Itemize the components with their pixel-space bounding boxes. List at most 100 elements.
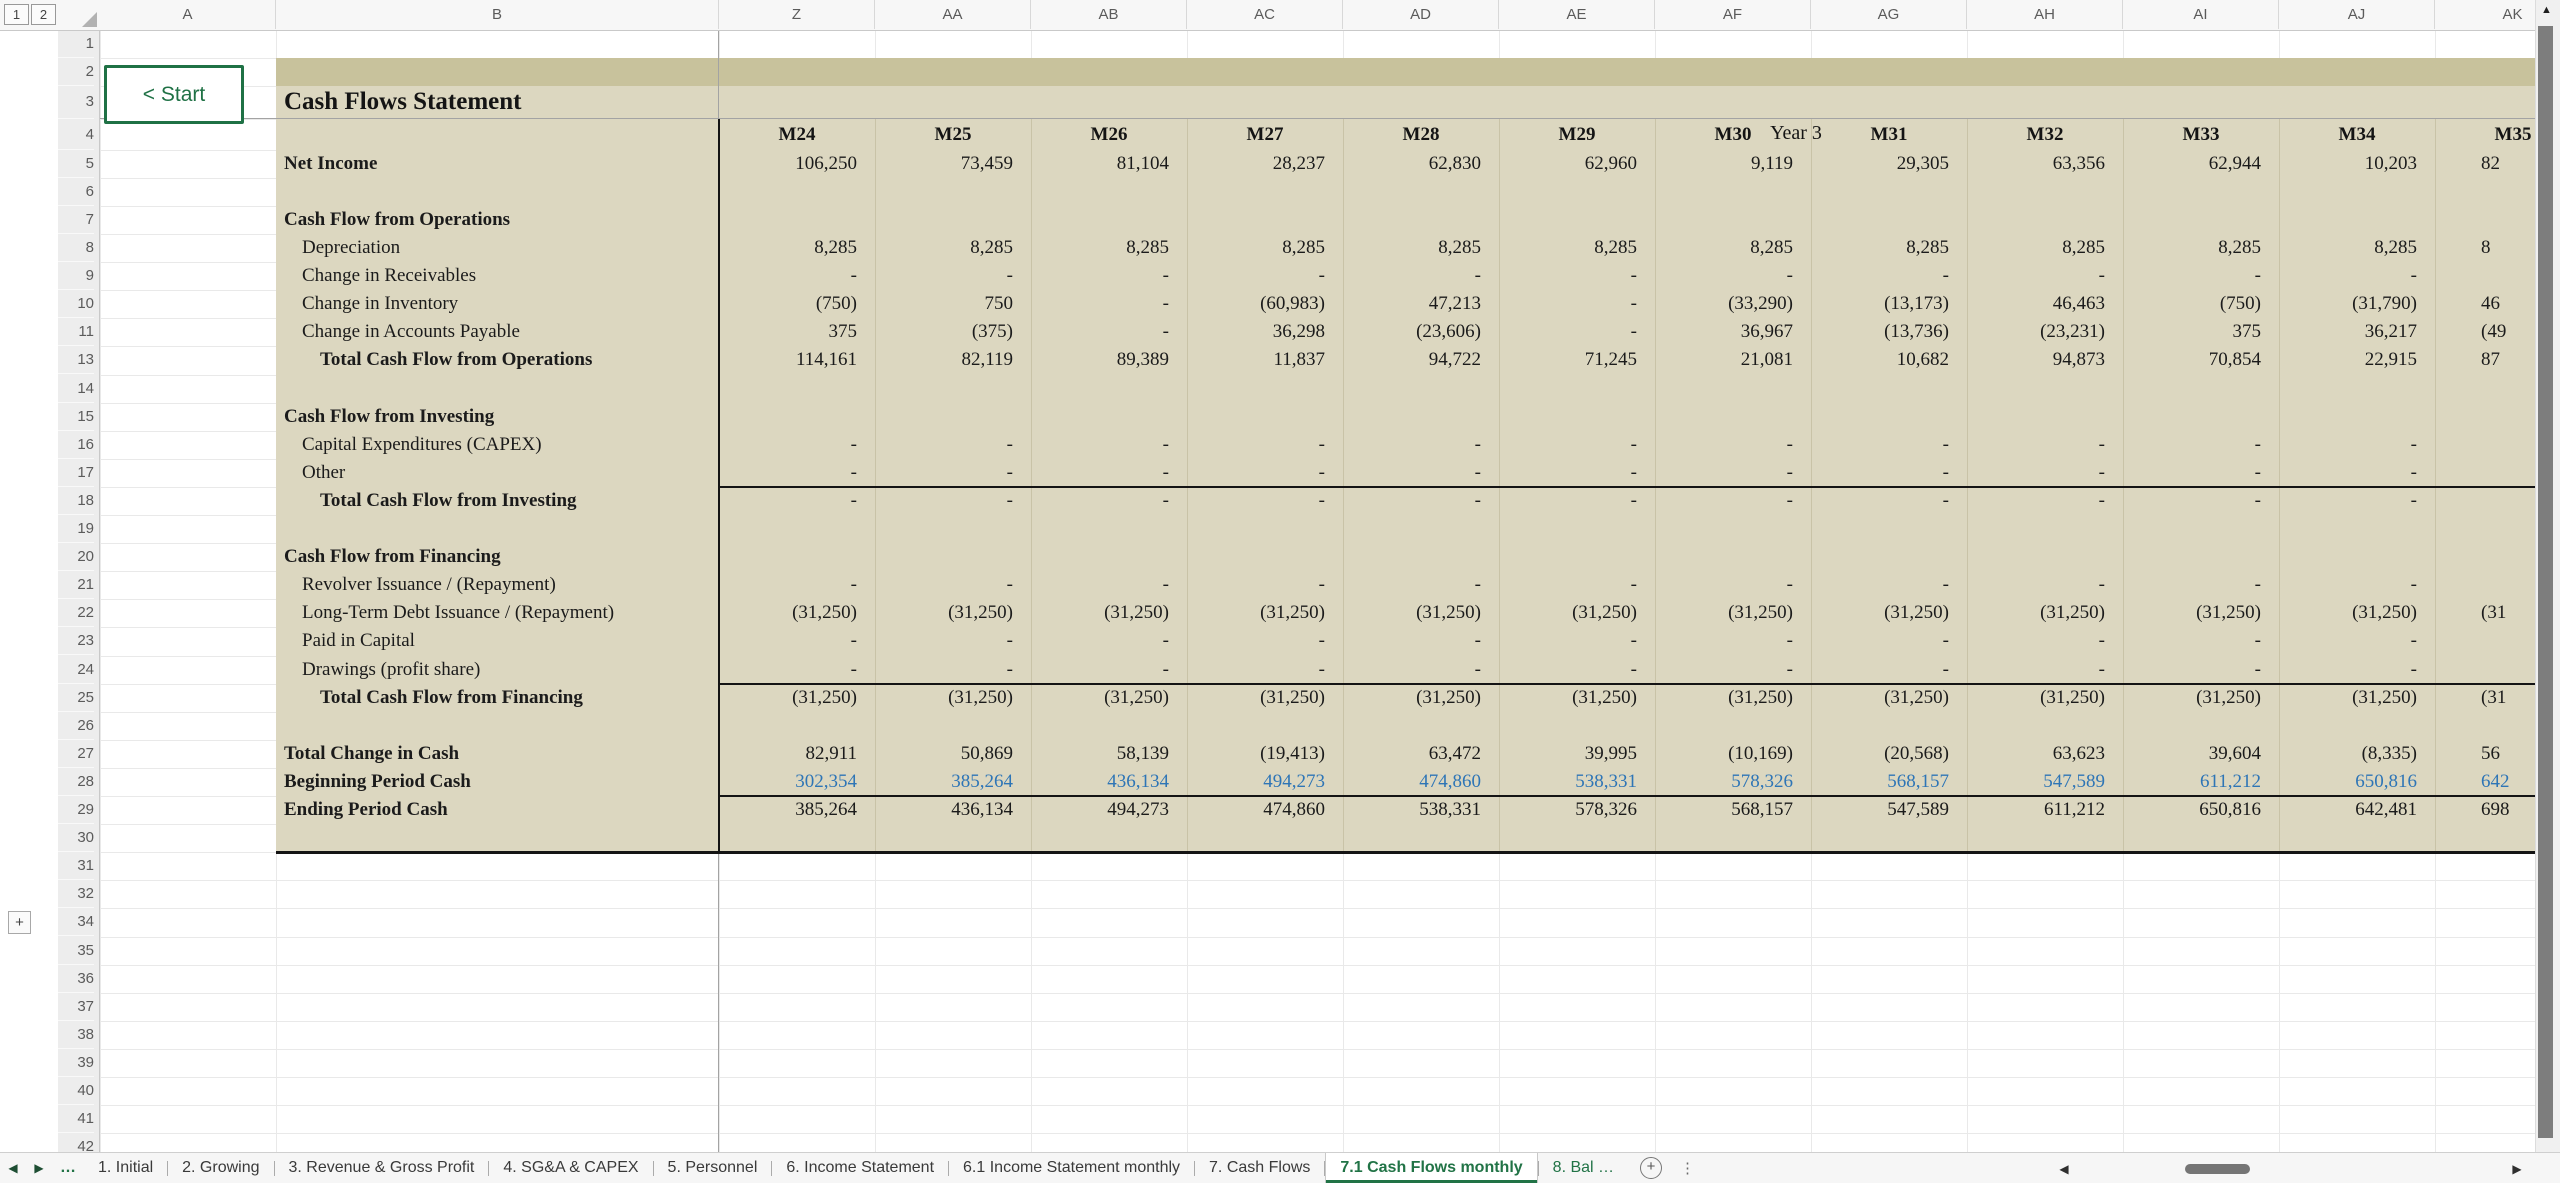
row-label[interactable]: Ending Period Cash xyxy=(276,796,719,824)
value-cell[interactable]: 611,212 xyxy=(2123,768,2279,796)
value-cell[interactable]: - xyxy=(719,459,875,487)
value-cell[interactable]: - xyxy=(1811,487,1967,515)
row-header-1[interactable]: 1 xyxy=(58,30,94,59)
value-cell[interactable]: 58,139 xyxy=(1031,740,1187,768)
value-cell[interactable]: 10,203 xyxy=(2279,150,2435,178)
row-header-6[interactable]: 6 xyxy=(58,178,94,206)
value-cell[interactable]: 538,331 xyxy=(1343,796,1499,824)
value-cell[interactable]: - xyxy=(1499,431,1655,459)
value-cell[interactable]: 8,285 xyxy=(1655,234,1811,262)
value-cell[interactable]: - xyxy=(2279,571,2435,599)
value-cell[interactable]: 8,285 xyxy=(1967,234,2123,262)
row-label[interactable]: Change in Receivables xyxy=(276,262,719,290)
value-cell[interactable]: - xyxy=(719,431,875,459)
value-cell[interactable]: (31,250) xyxy=(1187,684,1343,712)
row-header-24[interactable]: 24 xyxy=(58,656,94,684)
value-cell[interactable]: - xyxy=(1967,431,2123,459)
horizontal-scroll-thumb[interactable] xyxy=(2185,1164,2250,1174)
value-cell[interactable]: - xyxy=(1187,627,1343,655)
value-cell[interactable]: (10,169) xyxy=(1655,740,1811,768)
row-header-29[interactable]: 29 xyxy=(58,796,94,825)
value-cell[interactable]: (31,250) xyxy=(1967,684,2123,712)
value-cell[interactable]: - xyxy=(1811,656,1967,684)
value-cell[interactable]: 11,837 xyxy=(1187,346,1343,374)
value-cell[interactable]: - xyxy=(1655,459,1811,487)
value-cell[interactable]: 547,589 xyxy=(1967,768,2123,796)
value-cell[interactable]: 36,967 xyxy=(1655,318,1811,346)
value-cell[interactable]: 8,285 xyxy=(1187,234,1343,262)
value-cell[interactable]: - xyxy=(875,656,1031,684)
value-cell[interactable]: - xyxy=(1187,431,1343,459)
value-cell[interactable]: 22,915 xyxy=(2279,346,2435,374)
value-cell[interactable]: - xyxy=(2279,627,2435,655)
row-label[interactable]: Net Income xyxy=(276,150,719,178)
row-label[interactable]: Depreciation xyxy=(276,234,719,262)
value-cell[interactable]: 474,860 xyxy=(1343,768,1499,796)
value-cell[interactable]: 650,816 xyxy=(2123,796,2279,824)
value-cell[interactable]: - xyxy=(1499,318,1655,346)
column-header-AJ[interactable]: AJ xyxy=(2279,0,2435,29)
value-cell[interactable]: - xyxy=(1499,571,1655,599)
value-cell[interactable]: - xyxy=(1187,487,1343,515)
value-cell[interactable]: 8,285 xyxy=(875,234,1031,262)
value-cell[interactable]: 36,217 xyxy=(2279,318,2435,346)
value-cell[interactable]: (60,983) xyxy=(1187,290,1343,318)
sheet-tab-8-bal-[interactable]: 8. Bal … xyxy=(1539,1153,1628,1183)
row-label[interactable]: Capital Expenditures (CAPEX) xyxy=(276,431,719,459)
row-header-5[interactable]: 5 xyxy=(58,150,94,178)
value-cell[interactable]: 46,463 xyxy=(1967,290,2123,318)
value-cell[interactable]: - xyxy=(2123,487,2279,515)
row-header-13[interactable]: 13 xyxy=(58,346,94,375)
value-cell[interactable]: - xyxy=(1343,571,1499,599)
month-header-M33[interactable]: M33 xyxy=(2123,119,2279,150)
value-cell[interactable]: 47,213 xyxy=(1343,290,1499,318)
value-cell[interactable]: 650,816 xyxy=(2279,768,2435,796)
value-cell[interactable]: 62,944 xyxy=(2123,150,2279,178)
row-header-14[interactable]: 14 xyxy=(58,375,94,403)
row-header-19[interactable]: 19 xyxy=(58,515,94,544)
value-cell[interactable]: - xyxy=(1343,656,1499,684)
value-cell[interactable]: 89,389 xyxy=(1031,346,1187,374)
value-cell[interactable]: - xyxy=(1811,459,1967,487)
value-cell[interactable]: 538,331 xyxy=(1499,768,1655,796)
sheet-tab-4-sg-a-capex[interactable]: 4. SG&A & CAPEX xyxy=(489,1153,652,1183)
select-all-corner[interactable] xyxy=(82,12,97,27)
month-header-M27[interactable]: M27 xyxy=(1187,119,1343,150)
value-cell[interactable]: (31,250) xyxy=(2279,599,2435,627)
row-header-11[interactable]: 11 xyxy=(58,318,94,347)
row-header-32[interactable]: 32 xyxy=(58,880,94,909)
month-header-M25[interactable]: M25 xyxy=(875,119,1031,150)
value-cell[interactable]: - xyxy=(1811,431,1967,459)
value-cell[interactable]: 8,285 xyxy=(1343,234,1499,262)
value-cell[interactable]: - xyxy=(1967,627,2123,655)
value-cell[interactable]: (31,250) xyxy=(719,684,875,712)
row-label[interactable]: Revolver Issuance / (Repayment) xyxy=(276,571,719,599)
value-cell[interactable]: - xyxy=(2123,262,2279,290)
value-cell[interactable]: - xyxy=(1031,571,1187,599)
row-header-23[interactable]: 23 xyxy=(58,627,94,656)
value-cell[interactable]: 494,273 xyxy=(1031,796,1187,824)
value-cell[interactable]: - xyxy=(1499,656,1655,684)
value-cell[interactable]: - xyxy=(1811,627,1967,655)
value-cell[interactable]: (13,173) xyxy=(1811,290,1967,318)
value-cell[interactable]: (750) xyxy=(2123,290,2279,318)
sheet-nav-left-icon[interactable]: ◀ xyxy=(0,1153,26,1183)
month-header-M24[interactable]: M24 xyxy=(719,119,875,150)
row-header-38[interactable]: 38 xyxy=(58,1021,94,1049)
value-cell[interactable]: - xyxy=(875,627,1031,655)
value-cell[interactable]: (13,736) xyxy=(1811,318,1967,346)
value-cell[interactable]: - xyxy=(1499,290,1655,318)
start-button[interactable]: < Start xyxy=(104,65,244,124)
value-cell[interactable]: - xyxy=(875,431,1031,459)
value-cell[interactable]: 8,285 xyxy=(719,234,875,262)
scroll-up-arrow-icon[interactable]: ▲ xyxy=(2541,4,2552,16)
sheet-tab-5-personnel[interactable]: 5. Personnel xyxy=(654,1153,772,1183)
column-header-AD[interactable]: AD xyxy=(1343,0,1499,29)
value-cell[interactable]: 106,250 xyxy=(719,150,875,178)
value-cell[interactable]: - xyxy=(1967,262,2123,290)
value-cell[interactable]: - xyxy=(719,656,875,684)
hscroll-left-arrow-icon[interactable]: ◀ xyxy=(2052,1153,2076,1183)
value-cell[interactable]: - xyxy=(1499,487,1655,515)
value-cell[interactable]: - xyxy=(875,459,1031,487)
row-label[interactable]: Cash Flow from Investing xyxy=(276,403,719,431)
